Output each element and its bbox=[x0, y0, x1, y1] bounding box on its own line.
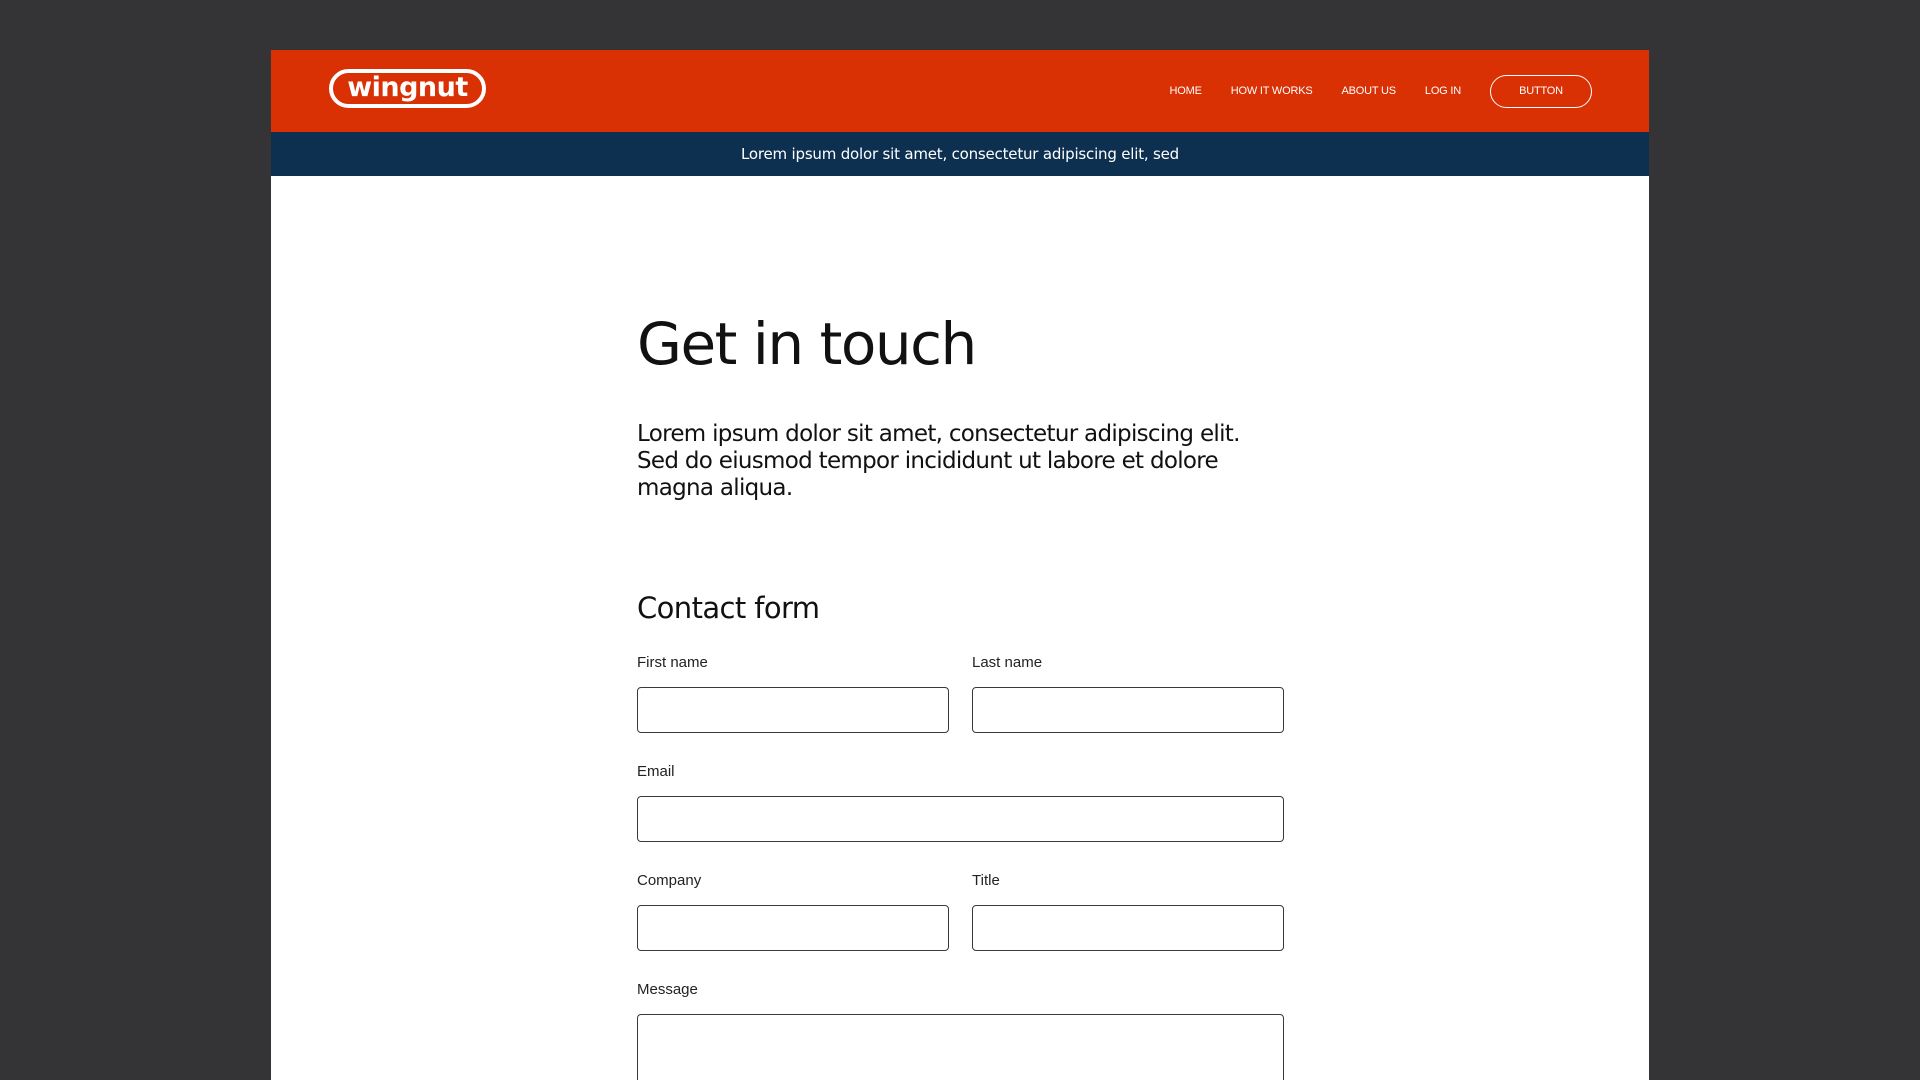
email-input[interactable] bbox=[637, 796, 1284, 842]
intro-text: Lorem ipsum dolor sit amet, consectetur … bbox=[637, 421, 1240, 501]
page-frame: wingnut HOME HOW IT WORKS ABOUT US LOG I… bbox=[271, 50, 1649, 1080]
announcement-banner: Lorem ipsum dolor sit amet, consectetur … bbox=[271, 132, 1649, 176]
page-title: Get in touch bbox=[637, 310, 977, 378]
company-input[interactable] bbox=[637, 905, 949, 951]
site-header: wingnut HOME HOW IT WORKS ABOUT US LOG I… bbox=[271, 50, 1649, 132]
last-name-label: Last name bbox=[972, 654, 1043, 671]
last-name-input[interactable] bbox=[972, 687, 1284, 733]
nav-link-home[interactable]: HOME bbox=[1170, 85, 1202, 97]
header-cta-button[interactable]: BUTTON bbox=[1490, 74, 1592, 108]
nav-link-how-it-works[interactable]: HOW IT WORKS bbox=[1231, 85, 1313, 97]
wingnut-logo[interactable]: wingnut bbox=[329, 69, 486, 108]
contact-form-title: Contact form bbox=[637, 591, 820, 625]
email-label: Email bbox=[637, 763, 675, 780]
job-title-label: Title bbox=[972, 872, 1000, 889]
message-label: Message bbox=[637, 981, 698, 998]
message-textarea[interactable] bbox=[637, 1014, 1284, 1080]
nav-link-log-in[interactable]: LOG IN bbox=[1425, 85, 1461, 97]
nav-link-about-us[interactable]: ABOUT US bbox=[1341, 85, 1396, 97]
company-label: Company bbox=[637, 872, 702, 889]
first-name-input[interactable] bbox=[637, 687, 949, 733]
main-nav: HOME HOW IT WORKS ABOUT US LOG IN BUTTON bbox=[1170, 50, 1592, 132]
banner-text: Lorem ipsum dolor sit amet, consectetur … bbox=[741, 145, 1179, 163]
first-name-label: First name bbox=[637, 654, 708, 671]
job-title-input[interactable] bbox=[972, 905, 1284, 951]
